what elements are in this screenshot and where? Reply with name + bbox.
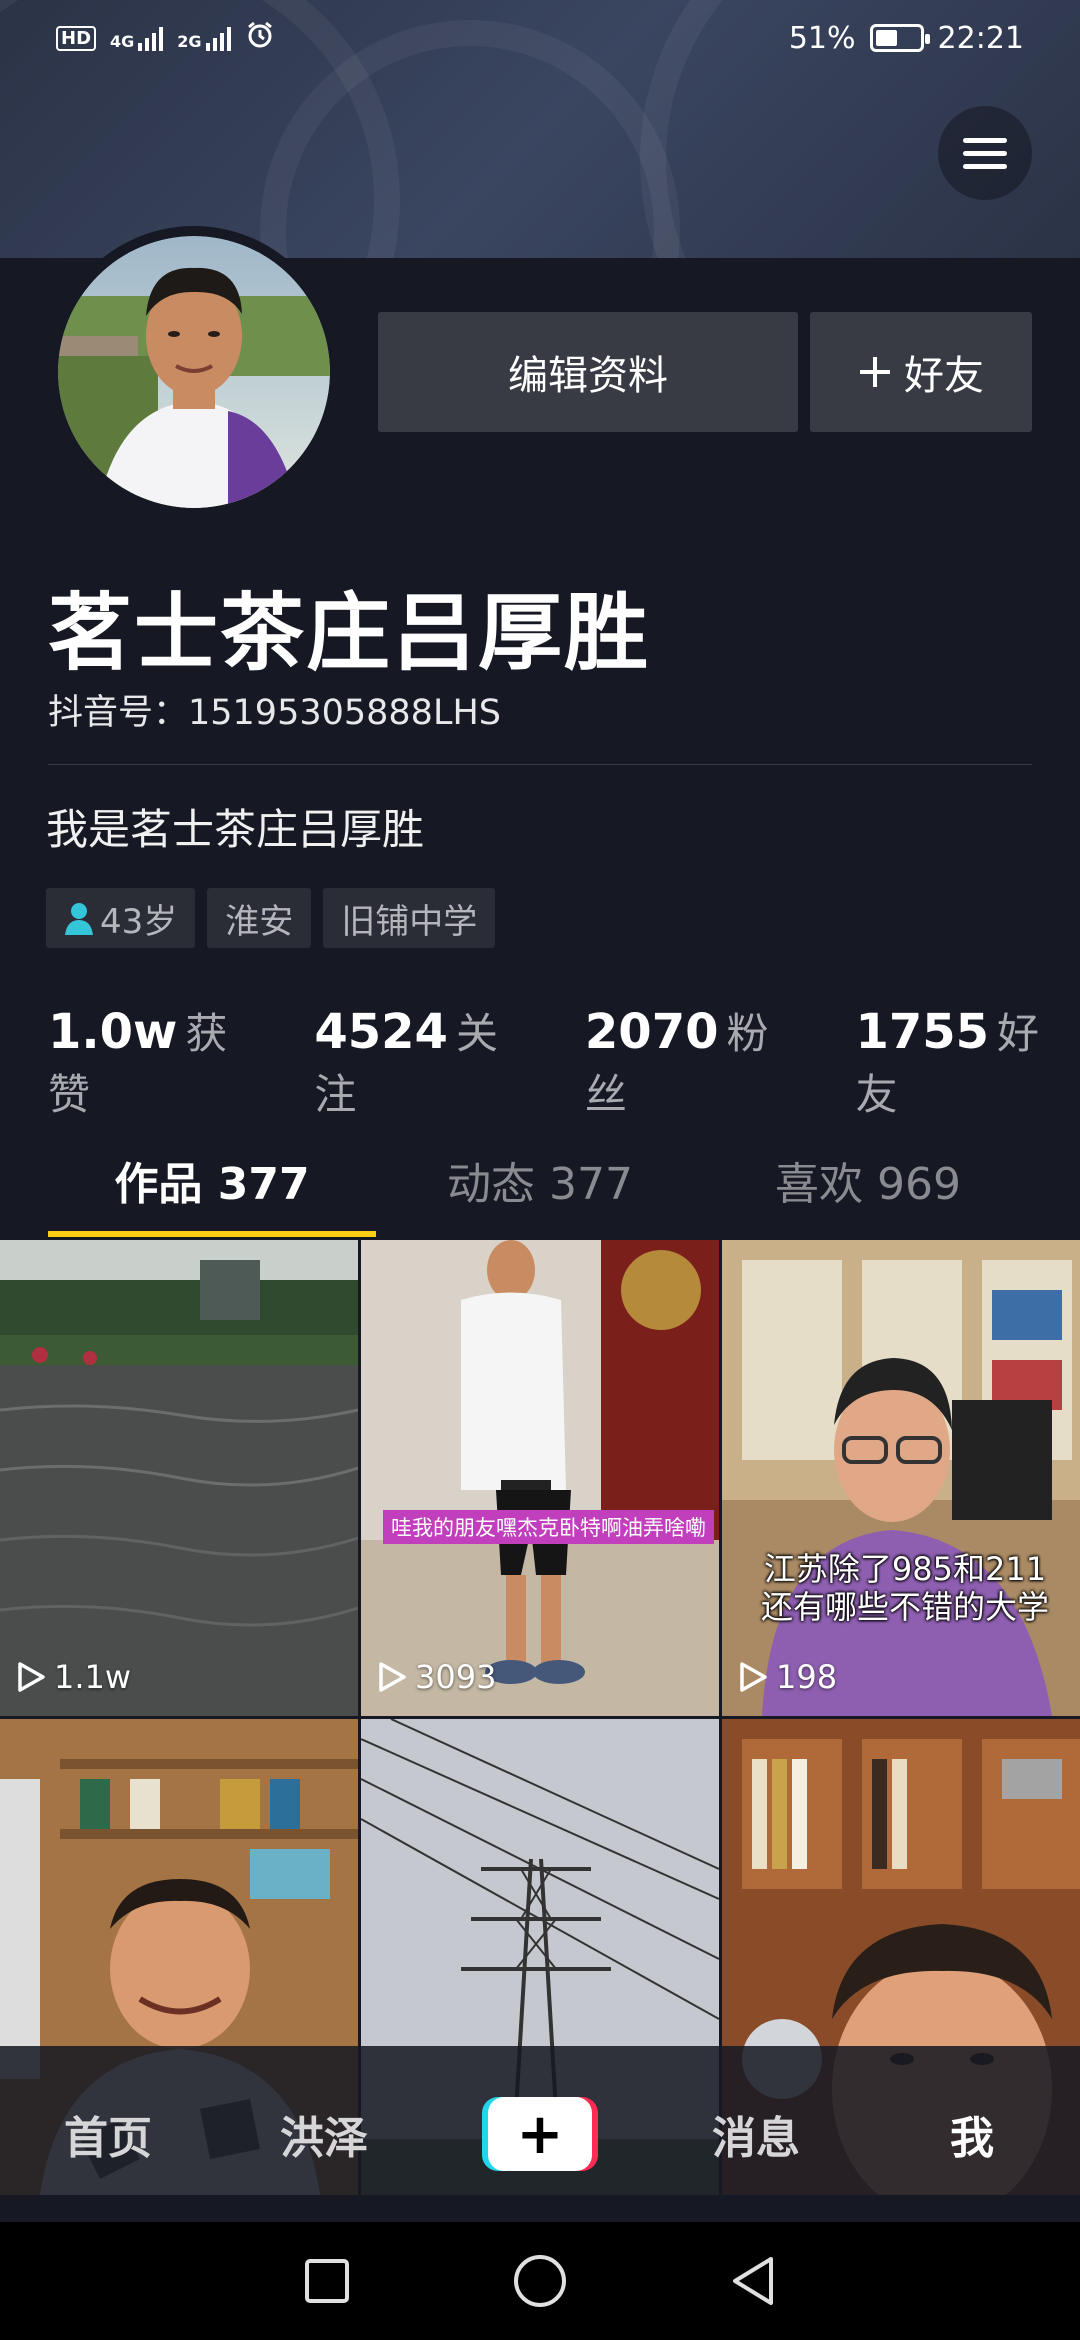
video-caption: 江苏除了985和211 还有哪些不错的大学 (760, 1550, 1049, 1626)
plus-icon: + (488, 2097, 592, 2171)
nav-messages[interactable]: 消息 (648, 2102, 864, 2166)
home-icon[interactable] (510, 2251, 570, 2311)
nav-home[interactable]: 首页 (0, 2102, 216, 2166)
tab-indicator (48, 1231, 376, 1237)
add-friend-button[interactable]: 好友 (810, 312, 1032, 432)
tag-location: 淮安 (207, 888, 312, 948)
play-icon (379, 1662, 406, 1692)
tag-school: 旧铺中学 (323, 888, 496, 948)
nav-me[interactable]: 我 (864, 2102, 1080, 2166)
play-count: 1.1w (16, 1658, 131, 1696)
bottom-nav: 首页 洪泽 + 消息 我 (0, 2046, 1080, 2222)
avatar[interactable] (48, 226, 340, 518)
back-icon[interactable] (723, 2251, 783, 2311)
signal-2g-icon: 2G (177, 25, 231, 51)
plus-icon (860, 357, 890, 387)
profile-nickname: 茗士茶庄吕厚胜 (48, 584, 651, 682)
create-video-button[interactable]: + (482, 2097, 598, 2171)
person-icon (65, 903, 93, 935)
play-count: 3093 (377, 1658, 496, 1696)
nav-create[interactable]: + (432, 2097, 648, 2171)
status-bar: HD 4G 2G 51% 22:21 (0, 0, 1080, 76)
tab-likes[interactable]: 喜欢 969 (704, 1122, 1032, 1238)
add-friend-label: 好友 (904, 353, 984, 399)
video-thumbnail[interactable]: 哇我的朋友嘿杰克卧特啊油弄啥嘞 3093 (361, 1240, 719, 1716)
hd-icon: HD (56, 25, 97, 51)
play-count: 198 (738, 1658, 837, 1696)
stat-friends[interactable]: 1755 好友 (855, 1000, 1080, 1122)
profile-tags: 43岁 淮安 旧铺中学 (46, 888, 496, 948)
hamburger-menu-icon[interactable] (938, 106, 1032, 200)
recent-apps-icon[interactable] (297, 2251, 357, 2311)
battery-percent: 51% (788, 20, 856, 56)
douyin-id[interactable]: 抖音号：15195305888LHS (48, 684, 501, 735)
play-icon (740, 1662, 767, 1692)
tab-activity[interactable]: 动态 377 (376, 1122, 704, 1238)
nav-local[interactable]: 洪泽 (216, 2102, 432, 2166)
profile-tabs: 作品 377 动态 377 喜欢 969 (48, 1122, 1032, 1238)
video-caption: 哇我的朋友嘿杰克卧特啊油弄啥嘞 (383, 1510, 714, 1544)
edit-profile-button[interactable]: 编辑资料 (378, 312, 798, 432)
divider (48, 764, 1032, 765)
profile-stats: 1.0w 获赞 4524 关注 2070 粉丝 1755 好友 (48, 1000, 1080, 1122)
clock: 22:21 (937, 20, 1024, 56)
battery-icon (869, 24, 930, 52)
stat-likes: 1.0w 获赞 (48, 1004, 228, 1119)
tab-works[interactable]: 作品 377 (48, 1122, 376, 1238)
system-nav-bar (0, 2222, 1080, 2340)
signal-4g-icon: 4G (110, 25, 164, 51)
alarm-icon (245, 20, 275, 56)
play-icon (18, 1662, 45, 1692)
video-thumbnail[interactable]: 江苏除了985和211 还有哪些不错的大学 198 (722, 1240, 1080, 1716)
profile-bio: 我是茗士茶庄吕厚胜 (46, 805, 425, 854)
tag-age: 43岁 (46, 888, 196, 948)
video-thumbnail[interactable]: 1.1w (0, 1240, 358, 1716)
stat-followers[interactable]: 2070 粉丝 (585, 1000, 810, 1122)
stat-following[interactable]: 4524 关注 (314, 1000, 539, 1122)
